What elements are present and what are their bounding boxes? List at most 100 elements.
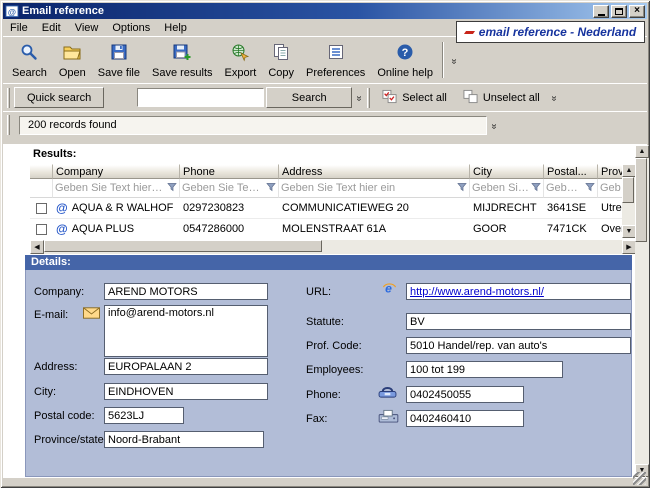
brand-logo: email reference - Nederland <box>456 21 645 43</box>
toolbar-search-button[interactable]: Search <box>6 39 53 82</box>
toolbar-button-label: Save results <box>152 67 213 79</box>
filter-funnel-icon[interactable] <box>167 182 177 195</box>
postal-code-field[interactable] <box>104 407 184 424</box>
menu-options[interactable]: Options <box>105 21 157 35</box>
table-row[interactable]: @AQUA & R WALHOF 0297230823 COMMUNICATIE… <box>30 198 636 219</box>
filter-funnel-icon[interactable] <box>531 182 541 195</box>
toolbar-online-help-button[interactable]: ? Online help <box>371 39 439 82</box>
employees-field[interactable] <box>406 361 563 378</box>
scrollbar-track[interactable] <box>44 240 622 254</box>
column-header-phone[interactable]: Phone <box>180 164 279 179</box>
toolbar-export-button[interactable]: Export <box>219 39 263 82</box>
internet-explorer-icon[interactable]: e <box>381 281 398 296</box>
fax-field[interactable] <box>406 410 524 427</box>
search-overflow-button[interactable]: » <box>352 87 365 109</box>
scroll-up-button[interactable]: ▲ <box>635 145 649 158</box>
grid-filter-row: Geben Sie Text hier ein Geben Sie Text h… <box>30 179 636 198</box>
selection-overflow-button[interactable]: » <box>548 87 561 109</box>
toolbar-open-button[interactable]: Open <box>53 39 92 82</box>
filter-cell-company[interactable]: Geben Sie Text hier ein <box>53 179 180 198</box>
scroll-down-button[interactable]: ▼ <box>622 225 636 238</box>
toolbar-grip[interactable] <box>7 88 10 108</box>
scroll-left-button[interactable]: ◀ <box>30 240 44 254</box>
table-row[interactable]: @AQUA PLUS 0547286000 MOLENSTRAAT 61A GO… <box>30 219 636 238</box>
toolbar-save-file-button[interactable]: Save file <box>92 39 146 82</box>
row-select-checkbox[interactable] <box>36 224 47 235</box>
phone-field[interactable] <box>406 386 524 403</box>
main-toolbar: Search Open Save file Save results Expor… <box>3 36 647 83</box>
province-label: Province/state: <box>34 434 107 446</box>
filter-placeholder: Geben Sie Text hier ein <box>182 182 264 194</box>
cell-postal: 7471CK <box>544 219 598 238</box>
quick-search-button[interactable]: Quick search <box>14 87 104 108</box>
filter-funnel-icon[interactable] <box>585 182 595 195</box>
minimize-button[interactable] <box>593 5 609 18</box>
app-window: @ Email reference × File Edit View Optio… <box>0 0 650 488</box>
email-label: E-mail: <box>34 309 68 321</box>
status-overflow-button[interactable]: » <box>487 116 501 135</box>
grid-header-row: Company Phone Address City Postal... Pro… <box>30 164 636 179</box>
envelope-icon[interactable] <box>83 307 100 319</box>
address-field[interactable] <box>104 358 268 375</box>
maximize-button[interactable] <box>611 5 627 18</box>
unselect-all-button[interactable]: Unselect all <box>455 87 548 109</box>
prof-code-field[interactable] <box>406 337 631 354</box>
statute-field[interactable] <box>406 313 631 330</box>
menu-help[interactable]: Help <box>157 21 194 35</box>
scroll-up-button[interactable]: ▲ <box>622 164 636 177</box>
scrollbar-track[interactable] <box>622 177 636 225</box>
results-title: Results: <box>33 148 76 160</box>
chevron-down-icon: » <box>448 58 459 62</box>
window-controls: × <box>593 5 645 18</box>
resize-grip[interactable] <box>633 472 646 485</box>
email-field[interactable]: info@arend-motors.nl <box>104 305 268 357</box>
filter-cell-address[interactable]: Geben Sie Text hier ein <box>279 179 470 198</box>
scrollbar-thumb[interactable] <box>622 177 634 203</box>
url-link[interactable]: http://www.arend-motors.nl/ <box>410 286 544 298</box>
toolbar-grip[interactable] <box>367 88 370 108</box>
menu-file[interactable]: File <box>3 21 35 35</box>
city-field[interactable] <box>104 383 268 400</box>
menu-edit[interactable]: Edit <box>35 21 68 35</box>
select-all-label: Select all <box>402 92 447 104</box>
toolbar-copy-button[interactable]: Copy <box>262 39 300 82</box>
details-title: Details: <box>25 255 632 270</box>
filter-funnel-icon[interactable] <box>266 182 276 195</box>
save-file-icon <box>109 42 129 65</box>
workspace: Results: Company Phone Address City Post… <box>3 144 647 478</box>
company-field[interactable] <box>104 283 268 300</box>
select-all-button[interactable]: Select all <box>374 87 455 109</box>
toolbar-overflow-button[interactable]: » <box>447 40 460 80</box>
quick-search-toolbar: Quick search Search » Select all Unselec… <box>3 83 647 111</box>
chevron-down-icon: » <box>353 96 364 100</box>
column-header-address[interactable]: Address <box>279 164 470 179</box>
scrollbar-thumb[interactable] <box>635 158 647 242</box>
column-header-select[interactable] <box>30 164 53 179</box>
cell-company-text: AQUA PLUS <box>72 223 134 235</box>
column-header-city[interactable]: City <box>470 164 544 179</box>
filter-cell-phone[interactable]: Geben Sie Text hier ein <box>180 179 279 198</box>
filter-cell-postal[interactable]: Geben Sie Text hier ein <box>544 179 598 198</box>
column-header-postal[interactable]: Postal... <box>544 164 598 179</box>
cell-phone: 0547286000 <box>180 219 279 238</box>
province-field[interactable] <box>104 431 264 448</box>
fax-icon <box>378 409 399 423</box>
scroll-right-button[interactable]: ▶ <box>622 240 636 254</box>
logo-mark-icon <box>464 31 475 34</box>
toolbar-preferences-button[interactable]: Preferences <box>300 39 371 82</box>
cell-postal: 3641SE <box>544 198 598 219</box>
filter-funnel-icon[interactable] <box>457 182 467 195</box>
unselect-all-label: Unselect all <box>483 92 540 104</box>
close-button[interactable]: × <box>629 5 645 18</box>
toolbar-grip[interactable] <box>7 115 10 135</box>
row-select-checkbox[interactable] <box>36 203 47 214</box>
scrollbar-thumb[interactable] <box>44 240 322 252</box>
filter-cell-city[interactable]: Geben Sie Text hier ein <box>470 179 544 198</box>
column-header-company[interactable]: Company <box>53 164 180 179</box>
search-button[interactable]: Search <box>266 87 352 108</box>
scrollbar-track[interactable] <box>635 158 649 464</box>
quick-search-input[interactable] <box>137 88 264 107</box>
menu-view[interactable]: View <box>68 21 106 35</box>
records-found-status: 200 records found <box>19 116 487 135</box>
toolbar-save-results-button[interactable]: Save results <box>146 39 219 82</box>
